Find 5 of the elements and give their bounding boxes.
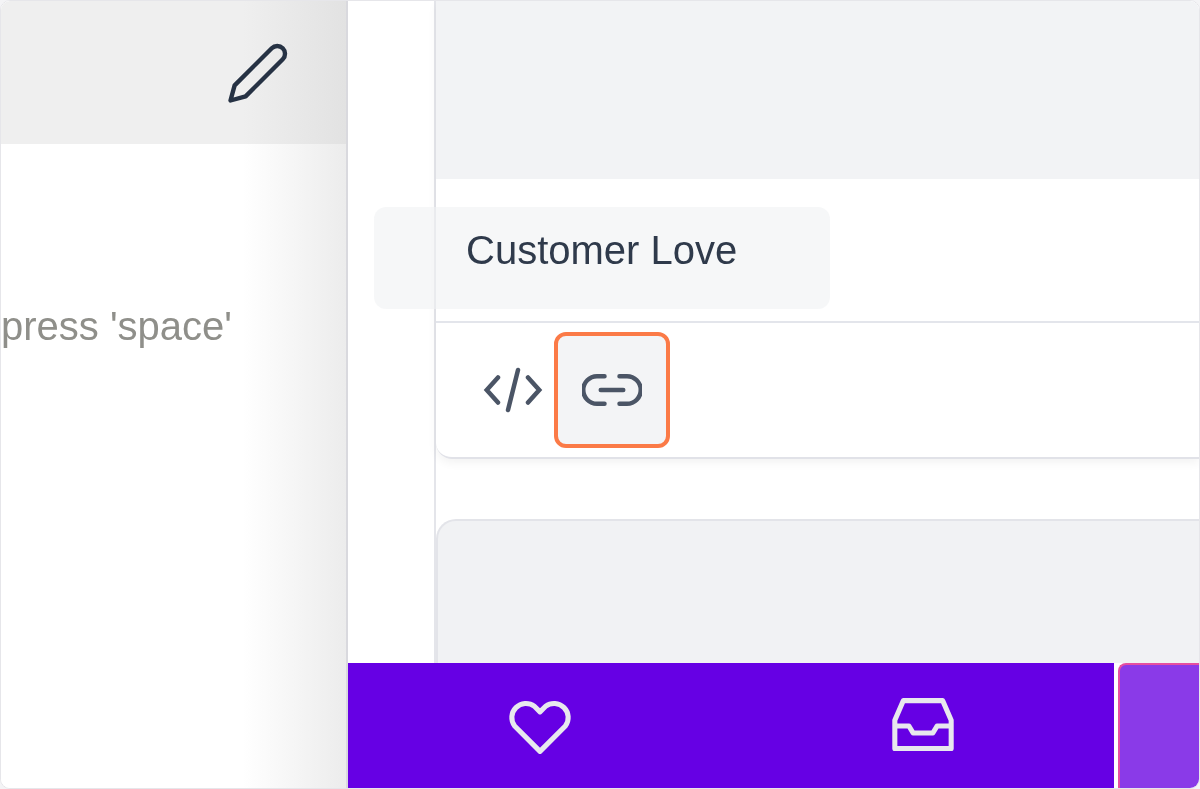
- widget-title: Customer Love: [466, 227, 738, 273]
- hint-text: press 'space': [1, 304, 233, 349]
- code-icon: [483, 365, 543, 415]
- link-icon: [582, 372, 642, 408]
- link-button[interactable]: [554, 332, 670, 448]
